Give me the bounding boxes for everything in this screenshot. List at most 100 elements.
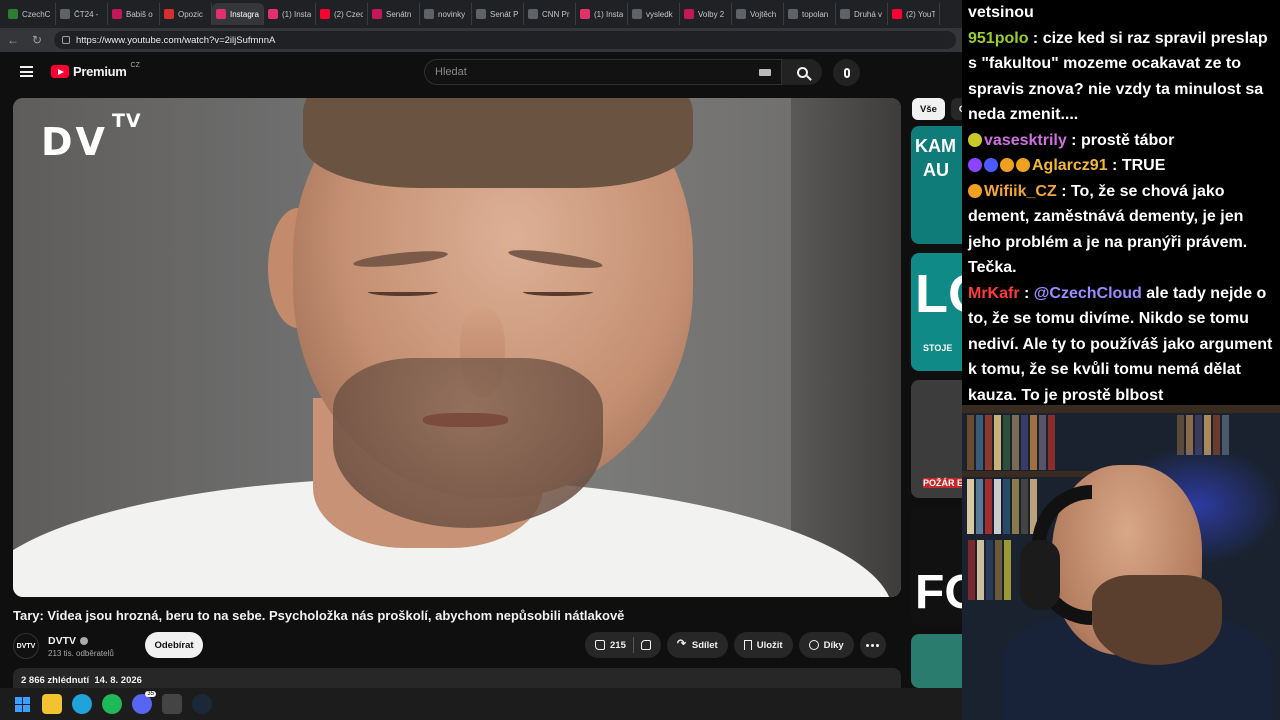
tab-title: Vojtěch (750, 9, 777, 19)
suggested-video-thumbnail[interactable]: POŽÁR E (911, 380, 962, 498)
search-input[interactable]: Hledat (424, 59, 782, 85)
browser-tab[interactable]: novinky (420, 3, 472, 25)
chat-text: vetsinou (968, 4, 1034, 21)
webcam-feed (962, 405, 1280, 720)
browser-tab[interactable]: Druhá v (836, 3, 888, 25)
voice-search-button[interactable] (833, 59, 860, 86)
file-explorer-icon[interactable] (42, 694, 62, 714)
browser-tab[interactable]: Senát P (472, 3, 524, 25)
tab-title: vysledk (646, 9, 673, 19)
browser-tab[interactable]: (1) Insta (264, 3, 316, 25)
description-box[interactable]: 2 866 zhlédnutí 14. 8. 2026 (13, 668, 901, 688)
tab-favicon-icon (268, 9, 278, 19)
logo-country: CZ (130, 62, 140, 69)
browser-tab[interactable]: topolan (784, 3, 836, 25)
video-title: Tary: Videa jsou hrozná, beru to na sebe… (13, 608, 625, 623)
video-player[interactable]: DV TV (13, 98, 901, 597)
browser-tab[interactable]: (1) Insta (576, 3, 628, 25)
suggested-video-thumbnail[interactable]: LO STOJE (911, 253, 962, 371)
browser-tab[interactable]: Instagra (212, 3, 264, 25)
save-label: Uložit (756, 639, 783, 651)
tab-title: ČT24 - (74, 9, 99, 19)
filter-chip[interactable]: Vše (912, 98, 945, 120)
dvtv-watermark: DV TV (41, 110, 142, 164)
share-icon (677, 637, 687, 650)
thumbnail-text: LO (915, 264, 962, 324)
youtube-premium-logo[interactable]: Premium CZ (51, 62, 140, 79)
dislike-button[interactable] (640, 640, 651, 650)
tab-title: Opozic (178, 9, 203, 19)
browser-tab[interactable]: Volby 2 (680, 3, 732, 25)
tab-title: Instagra (230, 9, 259, 19)
chat-mention[interactable]: @CzechCloud (1034, 285, 1142, 302)
view-count-and-date: 2 866 zhlédnutí 14. 8. 2026 (21, 675, 142, 686)
suggested-video-thumbnail[interactable]: KAM AU (911, 126, 962, 244)
browser-tab[interactable]: CzechC (4, 3, 56, 25)
discord-icon[interactable]: 35 (132, 691, 156, 714)
more-actions-button[interactable] (859, 632, 886, 658)
hamburger-menu-icon[interactable] (20, 66, 33, 77)
video-eye-left (368, 288, 438, 296)
video-beard (333, 358, 603, 528)
windows-start-icon[interactable] (12, 694, 32, 714)
browser-tab[interactable]: Senátn (368, 3, 420, 25)
search-icon (796, 66, 808, 78)
tab-favicon-icon (424, 9, 434, 19)
url-field[interactable]: https://www.youtube.com/watch?v=2iljSufm… (54, 31, 956, 49)
chat-badge-icon (1000, 158, 1014, 172)
chat-username[interactable]: vasesktrily (984, 132, 1067, 149)
like-dislike-group: 215 (585, 632, 661, 658)
browser-tab[interactable]: (2) YouT (888, 3, 940, 25)
video-eye-right (523, 288, 593, 296)
reload-icon[interactable]: ↻ (30, 33, 44, 47)
thanks-button[interactable]: Díky (798, 632, 854, 658)
channel-name-row[interactable]: DVTV (48, 635, 114, 647)
save-button[interactable]: Uložit (733, 632, 793, 658)
filter-chip[interactable]: O (950, 98, 962, 120)
thumbnail-subtext: STOJE (923, 343, 953, 353)
chat-message: 951polo : cize ked si raz spravil presla… (968, 26, 1280, 128)
channel-owner-row: DVTV DVTV 213 tis. odběratelů Odebírat (13, 632, 203, 660)
chat-username[interactable]: Wifiik_CZ (984, 183, 1057, 200)
like-button[interactable]: 215 (595, 640, 626, 651)
obs-icon[interactable] (162, 694, 182, 714)
suggested-video-thumbnail[interactable] (911, 634, 962, 688)
tab-favicon-icon (8, 9, 18, 19)
suggested-video-thumbnail[interactable]: FO (911, 507, 962, 625)
keyboard-icon[interactable] (759, 69, 771, 76)
tab-title: topolan (802, 9, 829, 19)
like-count: 215 (610, 639, 626, 651)
browser-tab[interactable]: ČT24 - (56, 3, 108, 25)
tab-favicon-icon (580, 9, 590, 19)
spotify-icon[interactable] (102, 694, 122, 714)
tab-favicon-icon (736, 9, 746, 19)
chat-username[interactable]: 951polo (968, 30, 1028, 47)
tab-favicon-icon (892, 9, 902, 19)
chat-text: : TRUE (1107, 157, 1166, 174)
channel-name[interactable]: DVTV (48, 635, 76, 647)
video-background-right (791, 98, 901, 597)
browser-tab[interactable]: (2) Czec (316, 3, 368, 25)
channel-avatar[interactable]: DVTV (13, 633, 39, 659)
tab-favicon-icon (788, 9, 798, 19)
browser-tab[interactable]: Babiš o (108, 3, 160, 25)
video-actions: 215 Sdílet Uložit Díky (585, 632, 886, 658)
books-row-1 (967, 415, 1055, 470)
steam-icon[interactable] (192, 694, 212, 714)
browser-tab[interactable]: Vojtěch (732, 3, 784, 25)
tab-title: Senát P (490, 9, 519, 19)
chat-username[interactable]: Aglarcz91 (1032, 157, 1108, 174)
streamer-beard (1092, 575, 1222, 665)
back-arrow-icon[interactable]: ← (6, 33, 20, 47)
microphone-icon (843, 67, 850, 78)
subscribe-button[interactable]: Odebírat (145, 632, 203, 658)
browser-tab[interactable]: vysledk (628, 3, 680, 25)
search-button[interactable] (782, 59, 822, 85)
share-button[interactable]: Sdílet (666, 632, 728, 658)
browser-tab[interactable]: CNN Pr (524, 3, 576, 25)
edge-browser-icon[interactable] (72, 694, 92, 714)
browser-tab[interactable]: Opozic (160, 3, 212, 25)
chat-message: vasesktrily : prostě tábor (968, 128, 1280, 154)
site-info-icon[interactable] (62, 36, 70, 44)
chat-username[interactable]: MrKafr (968, 285, 1020, 302)
